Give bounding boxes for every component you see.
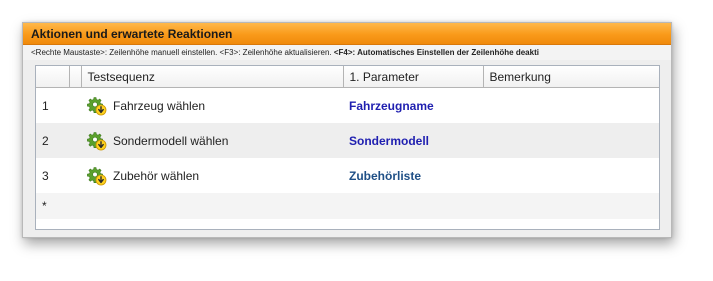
sequence-grid[interactable]: Testsequenz 1. Parameter Bemerkung 1 Fah… [35, 65, 660, 230]
new-row-marker: * [36, 193, 69, 219]
sequence-cell[interactable]: Fahrzeug wählen [81, 88, 343, 124]
row-index: 3 [42, 168, 49, 183]
gear-arrow-icon [87, 131, 107, 150]
new-row-parameter-cell[interactable] [343, 193, 483, 219]
actions-panel: Aktionen und erwartete Reaktionen <Recht… [22, 22, 672, 238]
new-row-remark-cell[interactable] [483, 193, 659, 219]
column-header-index[interactable] [36, 66, 70, 88]
parameter-value: Zubehörliste [349, 168, 422, 183]
remark-cell[interactable] [483, 123, 659, 158]
column-header-bemerkung[interactable]: Bemerkung [483, 66, 659, 88]
hint-line: <Rechte Maustaste>: Zeilenhöhe manuell e… [23, 45, 671, 60]
row-index: 1 [42, 98, 49, 113]
hint-text-bold: <F4>: Automatisches Einstellen der Zeile… [333, 48, 539, 57]
sequence-label: Sondermodell wählen [113, 133, 229, 148]
remark-cell[interactable] [483, 88, 659, 124]
column-header-parameter[interactable]: 1. Parameter [343, 66, 484, 88]
panel-titlebar: Aktionen und erwartete Reaktionen [23, 23, 671, 45]
new-row-sequence-cell[interactable] [81, 193, 343, 219]
sequence-cell[interactable]: Zubehör wählen [81, 158, 343, 193]
gear-arrow-icon [87, 96, 107, 115]
hint-text: <Rechte Maustaste>: Zeilenhöhe manuell e… [31, 48, 334, 57]
remark-cell[interactable] [483, 158, 659, 193]
column-header-spacer [69, 66, 82, 88]
parameter-cell[interactable]: Zubehörliste [343, 158, 483, 193]
new-row[interactable]: * [36, 193, 659, 219]
gear-arrow-icon [87, 166, 107, 185]
table-row[interactable]: 3 Zubehör wählen Zubehörliste [36, 158, 659, 193]
parameter-cell[interactable]: Fahrzeugname [343, 88, 483, 124]
parameter-value: Sondermodell [349, 133, 430, 148]
table-row[interactable]: 1 Fahrzeug wählen Fahrzeugname [36, 88, 659, 124]
parameter-cell[interactable]: Sondermodell [343, 123, 483, 158]
sequence-label: Zubehör wählen [113, 168, 200, 183]
sequence-label: Fahrzeug wählen [113, 98, 206, 113]
sequence-cell[interactable]: Sondermodell wählen [81, 123, 343, 158]
panel-title: Aktionen und erwartete Reaktionen [31, 26, 233, 41]
row-index: 2 [36, 123, 69, 158]
grid-header-row: Testsequenz 1. Parameter Bemerkung [36, 66, 659, 88]
column-header-testsequenz[interactable]: Testsequenz [81, 66, 344, 88]
parameter-value: Fahrzeugname [349, 98, 434, 113]
table-row[interactable]: 2 Sondermodell wählen Sondermodell [36, 123, 659, 158]
